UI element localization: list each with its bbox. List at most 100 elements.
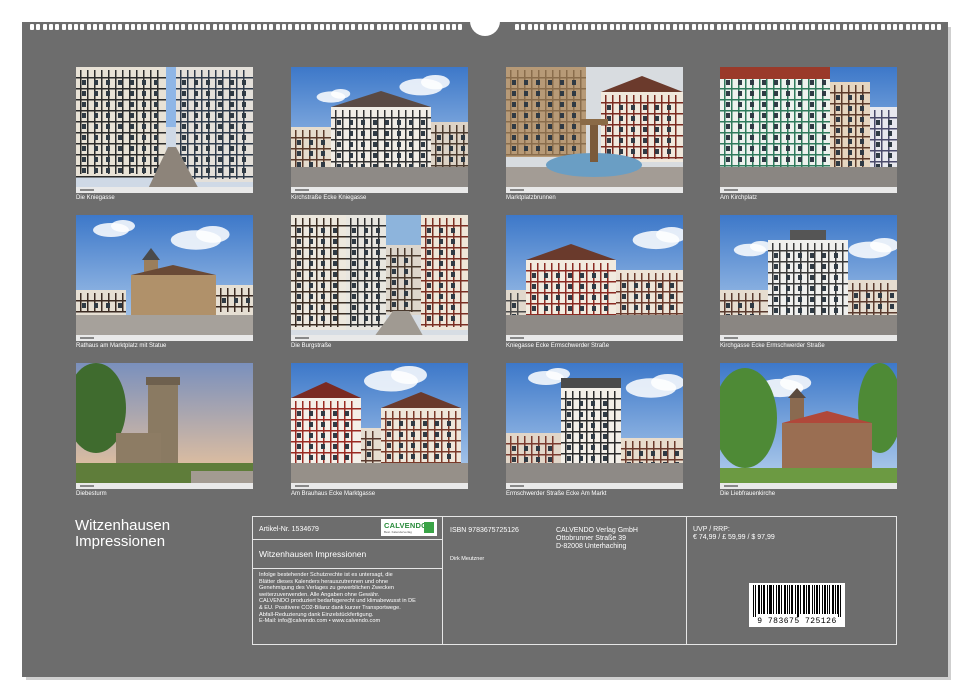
binding-loop — [36, 24, 41, 30]
binding-loop — [735, 24, 740, 30]
binding-loop — [855, 24, 860, 30]
barcode-bar — [817, 585, 818, 614]
mini-calendar-strip — [720, 335, 897, 341]
binding-loop — [540, 24, 545, 30]
month-photo — [720, 363, 897, 489]
photo-tile: Am Brauhaus Ecke Marktgasse — [291, 363, 468, 497]
binding-loop — [748, 24, 753, 30]
binding-loop — [42, 24, 47, 30]
barcode-bar — [835, 585, 836, 614]
binding-loop — [395, 24, 400, 30]
binding-loop — [521, 24, 526, 30]
binding-loop — [672, 24, 677, 30]
binding-loop — [458, 24, 463, 30]
barcode-bar — [784, 585, 785, 614]
barcode-bar — [767, 585, 768, 614]
barcode-bar — [764, 585, 765, 614]
title-line-1: Witzenhausen — [75, 517, 171, 534]
barcode-bar — [814, 585, 815, 614]
binding-loop — [842, 24, 847, 30]
binding-loop — [565, 24, 570, 30]
photo-image — [291, 363, 468, 489]
binding-loop — [804, 24, 809, 30]
photo-caption: Ermschwerder Straße Ecke Am Markt — [506, 491, 607, 497]
barcode-bar — [758, 585, 759, 614]
prices: € 74,99 / £ 59,99 / $ 97,99 — [693, 534, 775, 541]
binding-loop — [338, 24, 343, 30]
binding-loop — [174, 24, 179, 30]
binding-loop — [615, 24, 620, 30]
binding-loop — [86, 24, 91, 30]
binding-loop — [653, 24, 658, 30]
binding-loop — [93, 24, 97, 30]
binding-loop — [609, 24, 614, 30]
barcode-bar — [804, 585, 805, 614]
binding-loop — [849, 24, 853, 30]
binding-loop — [193, 24, 198, 30]
binding-loop — [597, 24, 601, 30]
photo-caption: Kniegasse Ecke Ermschwerder Straße — [506, 343, 610, 349]
binding-loop — [704, 24, 709, 30]
barcode-bar — [806, 585, 807, 614]
binding-loop — [452, 24, 457, 30]
photo-caption: Diebesturm — [76, 491, 107, 497]
product-info-box: Artikel-Nr. 1534679 CALVENDO Best. Kalen… — [252, 516, 897, 645]
binding-loop — [162, 24, 167, 30]
binding-loop — [269, 24, 274, 30]
barcode-bar — [822, 585, 823, 614]
binding-loop — [288, 24, 293, 30]
month-photo — [76, 67, 253, 193]
binding-loop — [212, 24, 217, 30]
barcode-bar — [792, 585, 793, 614]
binding-loop — [99, 24, 104, 30]
mini-calendar-strip — [76, 483, 253, 489]
binding-loop — [716, 24, 721, 30]
month-photo — [291, 215, 468, 341]
binding-loop — [357, 24, 362, 30]
isbn: ISBN 9783675725126 — [450, 527, 519, 534]
binding-loop — [912, 24, 916, 30]
photo-tile: Kirchgasse Ecke Ermschwerder Straße — [720, 215, 897, 349]
binding-loop — [830, 24, 835, 30]
binding-loop — [823, 24, 828, 30]
binding-loop — [590, 24, 595, 30]
month-photo — [506, 215, 683, 341]
info-divider — [253, 568, 442, 569]
binding-loop — [300, 24, 305, 30]
barcode-bar — [776, 585, 777, 614]
barcode-bar — [795, 585, 796, 614]
photo-tile: Marktplatzbrunnen — [506, 67, 683, 201]
binding-loop — [678, 24, 683, 30]
logo-mark-icon — [424, 522, 434, 533]
binding-loop — [773, 24, 778, 30]
month-photo — [506, 363, 683, 489]
photo-image — [291, 215, 468, 341]
binding-loop — [30, 24, 34, 30]
binding-loop — [546, 24, 551, 30]
binding-loop — [836, 24, 841, 30]
binding-loop — [111, 24, 116, 30]
barcode-bar — [809, 585, 810, 614]
photo-tile: Die Kniegasse — [76, 67, 253, 201]
binding-loop — [760, 24, 765, 30]
photo-caption: Kirchgasse Ecke Ermschwerder Straße — [720, 343, 825, 349]
binding-loop — [515, 24, 520, 30]
binding-loop — [754, 24, 759, 30]
barcode: 9 783675 725126 — [749, 583, 845, 627]
barcode-bar — [779, 585, 780, 614]
binding-loop — [231, 24, 236, 30]
binding-loop — [930, 24, 935, 30]
binding-loop — [206, 24, 211, 30]
binding-loop — [420, 24, 425, 30]
binding-loop — [666, 24, 671, 30]
binding-loop — [641, 24, 646, 30]
barcode-bar — [829, 585, 830, 614]
binding-loop — [634, 24, 639, 30]
binding-loop — [691, 24, 696, 30]
calvendo-logo: CALVENDO Best. Kalenderverlag — [381, 519, 437, 536]
barcode-bar — [755, 585, 756, 617]
month-photo — [291, 67, 468, 193]
photo-caption: Die Kniegasse — [76, 195, 115, 201]
month-photo — [720, 67, 897, 193]
barcode-bar — [824, 585, 825, 614]
